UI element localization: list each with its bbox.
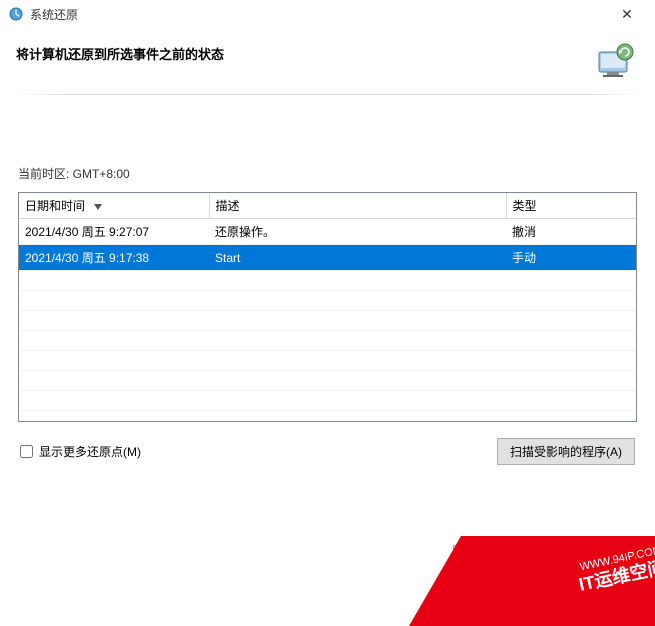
table-row-empty (19, 371, 636, 391)
cell-type: 手动 (506, 245, 636, 271)
header: 将计算机还原到所选事件之前的状态 (0, 28, 655, 88)
column-header-desc-label: 描述 (216, 199, 240, 213)
below-table-row: 显示更多还原点(M) 扫描受影响的程序(A) (18, 438, 637, 465)
main-content: 当前时区: GMT+8:00 日期和时间 描述 (0, 95, 655, 465)
table-row-empty (19, 391, 636, 411)
column-header-description[interactable]: 描述 (209, 193, 506, 219)
table-header-row: 日期和时间 描述 类型 (19, 193, 636, 219)
table-row[interactable]: 2021/4/30 周五 9:27:07 还原操作。 撤消 (19, 219, 636, 245)
column-header-date[interactable]: 日期和时间 (19, 193, 209, 219)
cell-desc: Start (209, 245, 506, 271)
close-icon: ✕ (621, 6, 633, 23)
table-body: 2021/4/30 周五 9:27:07 还原操作。 撤消 2021/4/30 … (19, 219, 636, 423)
restore-points-table-container: 日期和时间 描述 类型 2021/4/30 周五 9:27:07 (18, 192, 637, 422)
sort-descending-icon (94, 199, 102, 213)
close-button[interactable]: ✕ (607, 2, 647, 26)
table-row-empty (19, 291, 636, 311)
app-icon (8, 6, 24, 22)
titlebar: 系统还原 ✕ (0, 0, 655, 28)
table-row-empty (19, 411, 636, 423)
back-button[interactable]: < 上一步(B) (453, 545, 541, 572)
system-restore-icon (591, 40, 639, 80)
show-more-checkbox[interactable] (20, 445, 33, 458)
timezone-label: 当前时区: GMT+8:00 (18, 165, 637, 182)
show-more-label: 显示更多还原点(M) (39, 443, 141, 460)
restore-points-table: 日期和时间 描述 类型 2021/4/30 周五 9:27:07 (19, 193, 636, 422)
scan-programs-button[interactable]: 扫描受影响的程序(A) (497, 438, 635, 465)
table-row-empty (19, 351, 636, 371)
cell-desc: 还原操作。 (209, 219, 506, 245)
table-row-empty (19, 271, 636, 291)
table-row-empty (19, 311, 636, 331)
column-header-date-label: 日期和时间 (25, 199, 85, 213)
show-more-checkbox-wrap[interactable]: 显示更多还原点(M) (20, 443, 141, 460)
page-heading: 将计算机还原到所选事件之前的状态 (16, 40, 224, 63)
cell-date: 2021/4/30 周五 9:17:38 (19, 245, 209, 271)
cell-date: 2021/4/30 周五 9:27:07 (19, 219, 209, 245)
table-row[interactable]: 2021/4/30 周五 9:17:38 Start 手动 (19, 245, 636, 271)
cell-type: 撤消 (506, 219, 636, 245)
footer-buttons: < 上一步(B) 下 (453, 545, 637, 572)
table-row-empty (19, 331, 636, 351)
column-header-type-label: 类型 (513, 199, 537, 213)
next-button[interactable]: 下 (549, 545, 637, 572)
column-header-type[interactable]: 类型 (506, 193, 636, 219)
window-title: 系统还原 (30, 6, 607, 23)
